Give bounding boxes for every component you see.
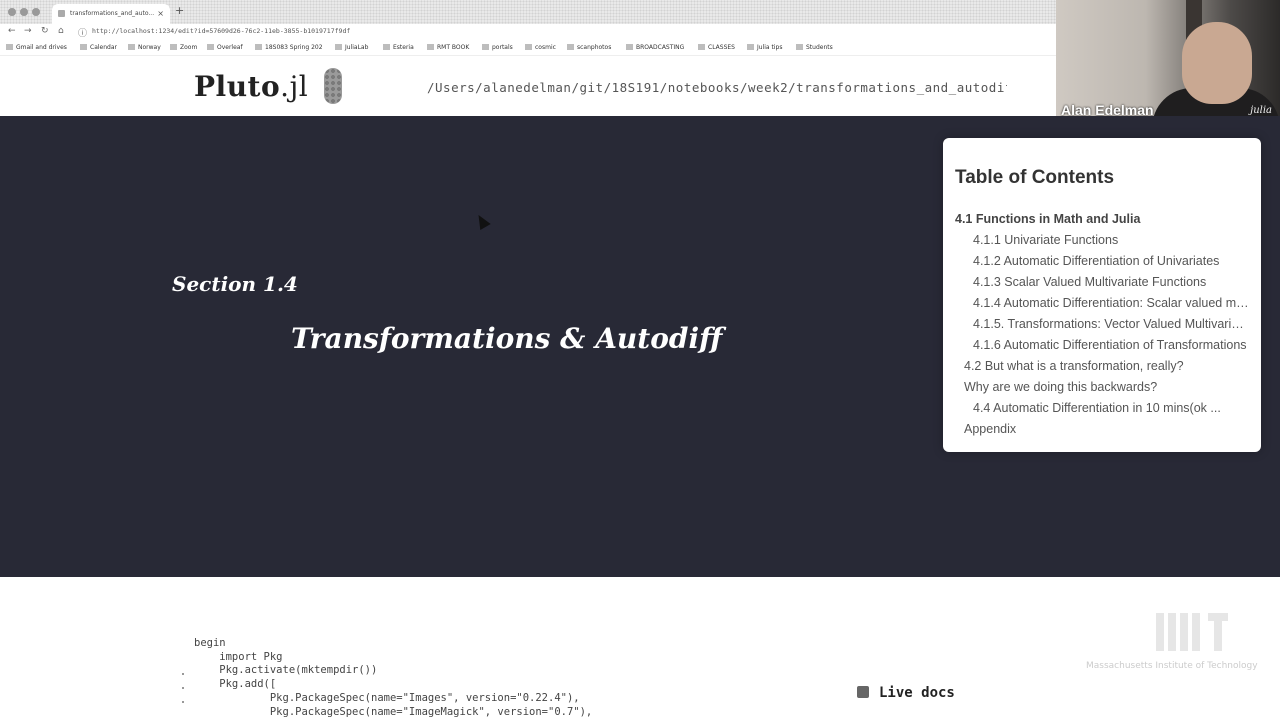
new-tab-button[interactable]: + — [175, 4, 184, 17]
toc-item[interactable]: 4.1 Functions in Math and Julia — [955, 212, 1255, 226]
back-arrow-icon[interactable]: ← — [8, 26, 16, 36]
bookmark-item[interactable]: Gmail and drives — [6, 44, 67, 51]
bookmark-item[interactable]: Norway — [128, 44, 161, 51]
bookmark-item[interactable]: cosmic — [525, 44, 556, 51]
toc-item[interactable]: 4.1.1 Univariate Functions — [973, 233, 1255, 247]
bookmarks-bar: Gmail and drives Calendar Norway Zoom Ov… — [0, 41, 1056, 56]
live-docs-button[interactable]: Live docs — [857, 685, 955, 701]
browser-tab-bar: transformations_and_auto... × + — [0, 0, 1056, 24]
code-gutter-dot — [182, 673, 184, 675]
mit-logo-bar — [1192, 613, 1200, 651]
pluto-planet-icon — [324, 68, 342, 104]
webcam-person-head — [1182, 22, 1252, 104]
code-cell-area: begin import Pkg Pkg.activate(mktempdir(… — [0, 577, 1280, 720]
bookmark-item[interactable]: CLASSES — [698, 44, 735, 51]
bookmark-item[interactable]: 18S083 Spring 202 — [255, 44, 323, 51]
mit-logo-bar — [1180, 613, 1188, 651]
toc-item[interactable]: Appendix — [964, 422, 1254, 436]
site-info-icon[interactable]: ⓘ — [78, 26, 87, 39]
bookmark-item[interactable]: portals — [482, 44, 513, 51]
live-docs-icon — [857, 686, 869, 698]
live-docs-label: Live docs — [879, 685, 955, 701]
mit-logo — [1156, 613, 1228, 651]
toc-item[interactable]: 4.1.3 Scalar Valued Multivariate Functio… — [973, 275, 1255, 289]
code-line[interactable]: begin — [194, 637, 226, 649]
code-line[interactable]: Pkg.PackageSpec(name="Images", version="… — [194, 692, 580, 704]
mit-subtitle: Massachusetts Institute of Technology — [1086, 661, 1258, 671]
bookmark-item[interactable]: Overleaf — [207, 44, 243, 51]
pluto-logo[interactable]: Pluto.jl — [194, 70, 308, 103]
section-title: Transformations & Autodiff — [291, 322, 723, 355]
notebook-path-input[interactable]: /Users/alanedelman/git/18S191/notebooks/… — [427, 80, 1007, 95]
toc-item[interactable]: 4.4 Automatic Differentiation in 10 mins… — [973, 401, 1255, 415]
pluto-favicon-icon — [58, 10, 65, 17]
bookmark-item[interactable]: Students — [796, 44, 833, 51]
bookmark-item[interactable]: JuliaLab — [335, 44, 368, 51]
bookmark-item[interactable]: Zoom — [170, 44, 197, 51]
bookmark-item[interactable]: Esteria — [383, 44, 414, 51]
forward-arrow-icon[interactable]: → — [24, 26, 32, 36]
mouse-cursor-icon — [473, 211, 491, 231]
code-line[interactable]: Pkg.activate(mktempdir()) — [194, 664, 377, 676]
window-maximize-dot[interactable] — [32, 8, 40, 16]
mit-logo-bar — [1214, 613, 1222, 651]
mit-logo-bar — [1168, 613, 1176, 651]
pluto-logo-ext: .jl — [280, 70, 309, 103]
webcam-overlay: Alan Edelman julia — [1056, 0, 1280, 126]
reload-icon[interactable]: ↻ — [41, 26, 49, 36]
code-gutter-dot — [182, 687, 184, 689]
bookmark-item[interactable]: scanphotos — [567, 44, 611, 51]
table-of-contents: Table of Contents 4.1 Functions in Math … — [943, 138, 1261, 452]
window-minimize-dot[interactable] — [20, 8, 28, 16]
home-icon[interactable]: ⌂ — [58, 26, 64, 36]
url-input[interactable]: http://localhost:1234/edit?id=57609d26-7… — [92, 27, 350, 35]
julia-logo: julia — [1250, 105, 1272, 116]
code-line[interactable]: import Pkg — [194, 651, 282, 663]
bookmark-item[interactable]: RMT BOOK — [427, 44, 469, 51]
bookmark-item[interactable]: Julia tips — [747, 44, 782, 51]
toc-item[interactable]: 4.2 But what is a transformation, really… — [964, 359, 1254, 373]
tab-title: transformations_and_auto... — [70, 10, 155, 17]
bookmark-item[interactable]: BROADCASTING — [626, 44, 684, 51]
code-line[interactable]: Pkg.PackageSpec(name="ImageMagick", vers… — [194, 706, 592, 718]
code-line[interactable]: Pkg.add([ — [194, 678, 276, 690]
tab-close-icon[interactable]: × — [157, 4, 164, 24]
toc-item[interactable]: Why are we doing this backwards? — [964, 380, 1254, 394]
toc-title: Table of Contents — [955, 167, 1115, 188]
window-close-dot[interactable] — [8, 8, 16, 16]
section-number: Section 1.4 — [172, 272, 298, 296]
browser-tab-active[interactable]: transformations_and_auto... × — [52, 4, 170, 24]
toc-item[interactable]: 4.1.2 Automatic Differentiation of Univa… — [973, 254, 1255, 268]
toc-item[interactable]: 4.1.5. Transformations: Vector Valued Mu… — [973, 317, 1249, 331]
toc-item[interactable]: 4.1.6 Automatic Differentiation of Trans… — [973, 338, 1249, 352]
pluto-logo-text: Pluto — [194, 70, 281, 103]
code-gutter-dot — [182, 701, 184, 703]
toc-item[interactable]: 4.1.4 Automatic Differentiation: Scalar … — [973, 296, 1249, 310]
bookmark-item[interactable]: Calendar — [80, 44, 117, 51]
address-bar: ← → ↻ ⌂ ⓘ http://localhost:1234/edit?id=… — [0, 24, 1056, 41]
mit-logo-bar — [1156, 613, 1164, 651]
